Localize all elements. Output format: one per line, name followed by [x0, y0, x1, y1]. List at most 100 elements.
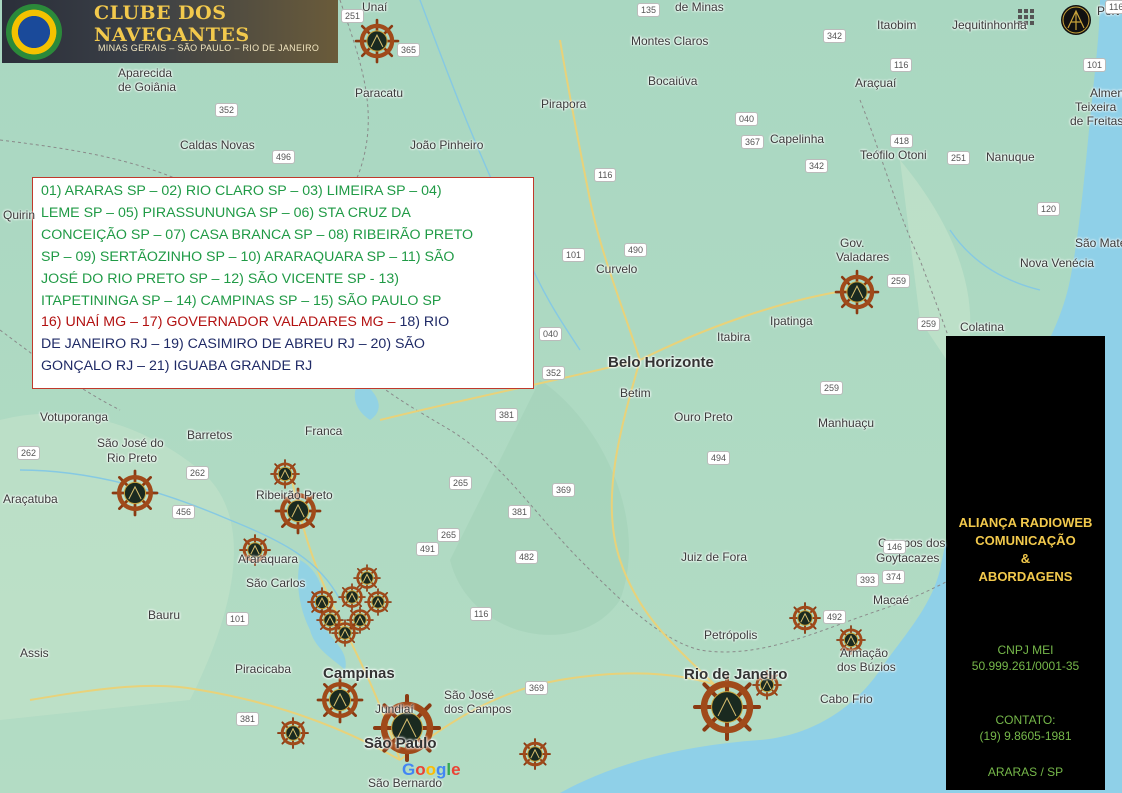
contact-block: CONTATO: (19) 9.8605-1981 — [946, 712, 1105, 744]
city-label: São Mateus — [1075, 236, 1122, 250]
legend-line: DE JANEIRO RJ – 19) CASIMIRO DE ABREU RJ… — [41, 334, 525, 356]
ship-wheel-marker-icon[interactable] — [111, 469, 159, 517]
city-label: Jundiaí — [375, 702, 414, 716]
road-shield: 365 — [397, 43, 421, 57]
ship-wheel-marker-icon[interactable] — [270, 459, 300, 489]
ship-wheel-marker-icon[interactable] — [519, 738, 551, 770]
contact-label: CONTATO: — [995, 713, 1056, 727]
cnpj-block: CNPJ MEI 50.999.261/0001-35 — [946, 642, 1105, 674]
compass-logo-icon — [1061, 5, 1091, 35]
city-label: Almenara — [1090, 86, 1122, 100]
city-label: São Paulo — [364, 735, 437, 752]
ship-wheel-marker-icon[interactable] — [346, 606, 374, 634]
legend-segment: CONCEIÇÃO SP – 07) CASA BRANCA SP – 08) … — [41, 226, 474, 243]
road-shield: 116 — [890, 58, 913, 72]
road-shield: 101 — [1083, 58, 1107, 72]
road-shield: 494 — [707, 451, 731, 465]
city-label: Araraquara — [238, 552, 299, 566]
ship-wheel-marker-icon[interactable] — [277, 717, 309, 749]
legend-line: CONCEIÇÃO SP – 07) CASA BRANCA SP – 08) … — [41, 225, 525, 247]
city-label: Piracicaba — [235, 662, 292, 676]
road-shield: 040 — [735, 112, 759, 126]
city-label: Itabira — [717, 330, 751, 344]
cnpj-label: CNPJ MEI — [997, 643, 1054, 657]
contact-value: (19) 9.8605-1981 — [979, 729, 1072, 743]
city-label: Caldas Novas — [180, 138, 255, 152]
city-label: São Bernardo — [368, 776, 443, 790]
legend-segment: 01) ARARAS SP – 02) RIO CLARO SP – 03) L… — [41, 183, 442, 199]
city-label: Nova Venécia — [1020, 256, 1095, 270]
city-label: Teófilo Otoni — [860, 148, 927, 162]
sponsor-name-line4: ABORDAGENS — [978, 569, 1073, 584]
ship-wheel-marker-icon[interactable] — [353, 564, 381, 592]
road-shield: 116 — [1105, 0, 1122, 14]
city-label: Manhuaçu — [818, 416, 875, 430]
banner-title: CLUBE DOS NAVEGANTES — [94, 2, 250, 46]
road-shield: 251 — [947, 151, 971, 165]
legend-line: LEME SP – 05) PIRASSUNUNGA SP – 06) STA … — [41, 203, 525, 225]
city-label: Macaé — [873, 593, 910, 607]
club-banner: CLUBE DOS NAVEGANTES MINAS GERAIS – SÃO … — [2, 0, 338, 63]
legend-segment: – — [383, 314, 400, 331]
member-cities-legend: 01) ARARAS SP – 02) RIO CLARO SP – 03) L… — [32, 177, 534, 389]
road-shield: 135 — [637, 3, 661, 17]
road-shield: 251 — [341, 9, 365, 23]
city-label: Valadares — [836, 250, 890, 264]
ship-wheel-marker-icon[interactable] — [834, 269, 880, 315]
ship-wheel-marker-icon[interactable] — [316, 606, 344, 634]
city-label: João Pinheiro — [410, 138, 484, 152]
legend-segment: DE JANEIRO RJ – 19) CASIMIRO DE ABREU RJ… — [41, 336, 425, 353]
road-shield: 492 — [823, 610, 847, 624]
city-label: Araçatuba — [3, 492, 58, 506]
legend-segment: 16) UNAÍ MG – 17) GOVERNADOR VALADARES M… — [41, 314, 384, 331]
sponsor-name-line3: & — [1020, 551, 1031, 566]
city-label: Bauru — [148, 608, 181, 622]
city-label: Assis — [20, 646, 49, 660]
cnpj-value: 50.999.261/0001-35 — [971, 659, 1080, 673]
sponsor-panel: ALIANÇA RADIOWEB COMUNICAÇÃO & ABORDAGEN… — [946, 336, 1105, 790]
road-shield: 116 — [470, 607, 493, 621]
road-shield: 496 — [272, 150, 296, 164]
city-label: Campinas — [323, 665, 395, 682]
city-label: Nanuque — [986, 150, 1035, 164]
legend-line: 16) UNAÍ MG – 17) GOVERNADOR VALADARES M… — [41, 312, 525, 334]
city-label: Capelinha — [770, 132, 825, 146]
road-shield: 259 — [887, 274, 911, 288]
city-label: Juiz de Fora — [681, 550, 748, 564]
ship-wheel-marker-icon[interactable] — [354, 18, 400, 64]
road-shield: 482 — [515, 550, 539, 564]
ship-wheel-marker-icon[interactable] — [338, 583, 366, 611]
road-shield: 456 — [172, 505, 196, 519]
city-label: Votuporanga — [40, 410, 109, 424]
city-label: Rio Preto — [107, 451, 158, 465]
city-label: de Freitas — [1070, 114, 1122, 128]
road-shield: 381 — [508, 505, 532, 519]
ship-wheel-marker-icon[interactable] — [316, 676, 364, 724]
club-emblem-icon — [6, 4, 62, 60]
city-label: Betim — [620, 386, 651, 400]
road-shield: 265 — [449, 476, 473, 490]
banner-subtitle: MINAS GERAIS – SÃO PAULO – RIO DE JANEIR… — [98, 43, 320, 53]
city-label: Gov. — [840, 236, 865, 250]
city-label: Armação — [840, 646, 889, 660]
road-shield: 259 — [820, 381, 844, 395]
road-shield: 381 — [236, 712, 260, 726]
location-text: ARARAS / SP — [987, 765, 1064, 779]
ship-wheel-marker-icon[interactable] — [331, 619, 359, 647]
road-shield: 342 — [805, 159, 829, 173]
road-shield: 393 — [856, 573, 880, 587]
road-shield: 262 — [186, 466, 210, 480]
road-shield: 101 — [226, 612, 250, 626]
city-label: Bocaiúva — [648, 74, 698, 88]
city-label: Itaobim — [877, 18, 917, 32]
city-label: São Carlos — [246, 576, 306, 590]
ship-wheel-marker-icon[interactable] — [693, 673, 761, 741]
city-label: Petrópolis — [704, 628, 758, 642]
ship-wheel-marker-icon[interactable] — [789, 602, 821, 634]
road-shield: 352 — [542, 366, 566, 380]
legend-segment: SP – 09) SERTÃOZINHO SP – 10) ARARAQUARA… — [41, 248, 455, 265]
road-shield: 367 — [741, 135, 765, 149]
road-shield: 369 — [552, 483, 576, 497]
road-shield: 262 — [17, 446, 41, 460]
city-label: Cabo Frio — [820, 692, 873, 706]
